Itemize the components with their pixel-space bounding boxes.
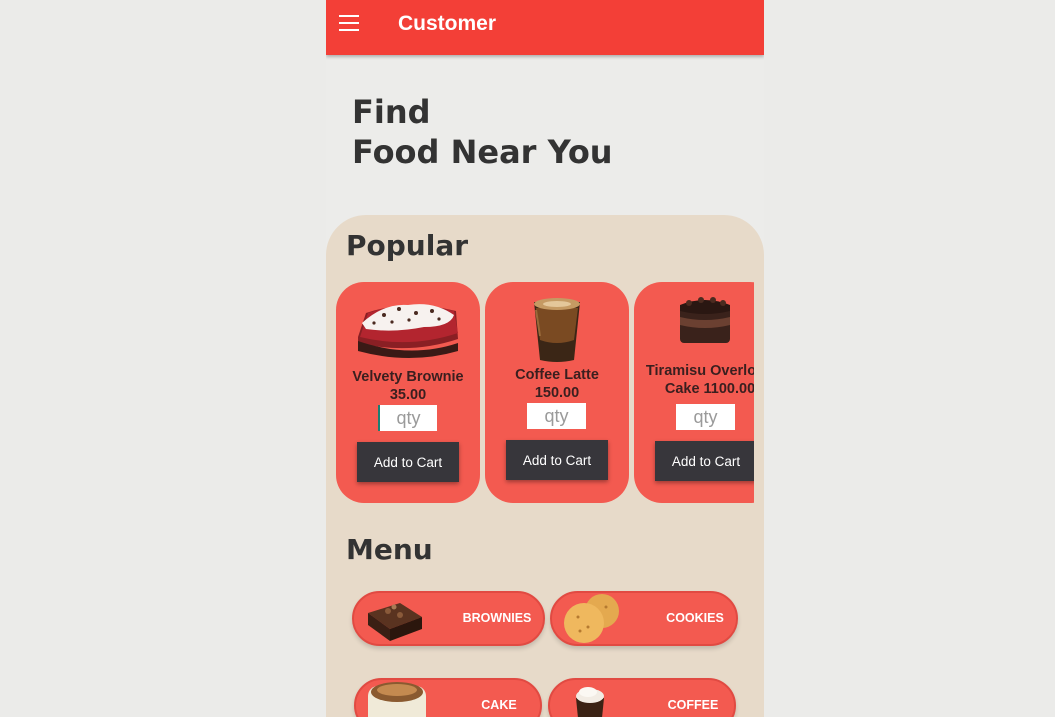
menu-category-label: CAKE xyxy=(481,698,517,712)
menu-title: Menu xyxy=(346,533,433,566)
popular-title: Popular xyxy=(346,229,469,262)
add-to-cart-button[interactable]: Add to Cart xyxy=(506,440,608,480)
app-bar-title: Customer xyxy=(398,12,497,35)
hero-heading: Find Food Near You xyxy=(352,92,613,172)
menu-category-cake[interactable]: CAKE xyxy=(354,678,542,717)
coffee-icon xyxy=(576,687,604,717)
product-name: Tiramisu Overlo xyxy=(645,363,754,379)
coffee-latte-image xyxy=(534,298,580,362)
popular-carousel[interactable]: Velvety Brownie 35.00 Add to Cart Coffee… xyxy=(336,282,754,504)
app-bar: Customer xyxy=(326,0,764,55)
tiramisu-cake-image xyxy=(680,297,730,343)
menu-category-label: COFFEE xyxy=(667,698,719,712)
quantity-input[interactable] xyxy=(378,405,437,431)
product-name: Coffee Latte xyxy=(515,367,599,383)
hero-line-1: Find xyxy=(352,93,431,131)
quantity-input[interactable] xyxy=(527,403,586,429)
popular-card: Coffee Latte 150.00 Add to Cart xyxy=(485,282,629,503)
product-price: Cake 1100.00 xyxy=(664,381,754,397)
quantity-input[interactable] xyxy=(676,404,735,430)
menu-category-label: BROWNIES xyxy=(462,611,532,625)
hamburger-menu-icon[interactable] xyxy=(339,15,359,31)
product-price: 150.00 xyxy=(534,385,580,401)
menu-category-cookies[interactable]: COOKIES xyxy=(550,591,738,646)
hero-line-2: Food Near You xyxy=(352,133,613,171)
menu-category-coffee[interactable]: COFFEE xyxy=(548,678,736,717)
product-price: 35.00 xyxy=(389,387,427,403)
app-screen: Customer Find Food Near You Popular Velv… xyxy=(326,0,764,717)
add-to-cart-button[interactable]: Add to Cart xyxy=(357,442,459,482)
content-panel: Popular Velvety Brownie 35.00 Add to Car xyxy=(326,215,764,717)
popular-card: Velvety Brownie 35.00 Add to Cart xyxy=(336,282,480,503)
add-to-cart-button[interactable]: Add to Cart xyxy=(655,441,754,481)
red-velvet-brownie-image xyxy=(358,304,458,358)
menu-category-label: COOKIES xyxy=(666,611,724,625)
popular-card: Tiramisu Overlo Cake 1100.00 Add to Cart xyxy=(634,282,754,503)
cookie-icon xyxy=(564,594,619,643)
product-name: Velvety Brownie xyxy=(352,369,464,385)
brownie-icon xyxy=(368,603,422,641)
cake-icon xyxy=(368,682,426,717)
menu-category-brownies[interactable]: BROWNIES xyxy=(352,591,545,646)
